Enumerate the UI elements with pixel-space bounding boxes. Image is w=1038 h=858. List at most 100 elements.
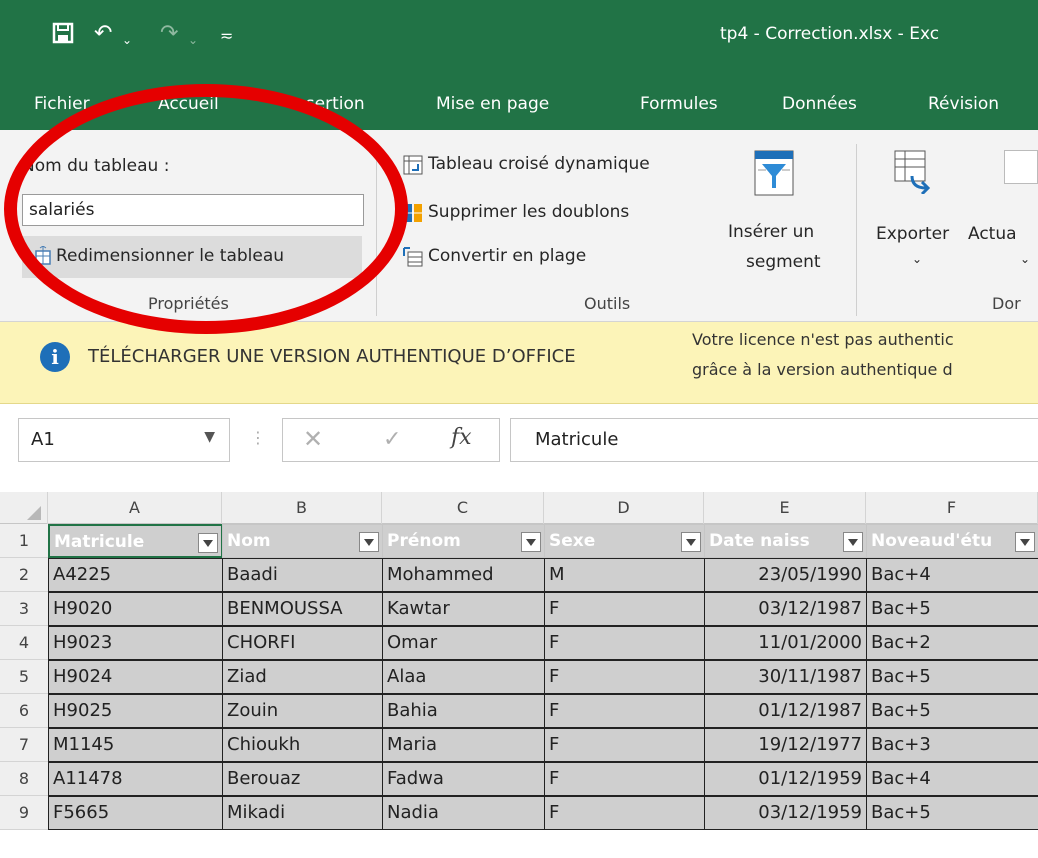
table-cell[interactable]: Fadwa bbox=[382, 762, 545, 796]
table-cell[interactable]: 01/12/1959 bbox=[704, 762, 867, 796]
table-cell[interactable]: H9025 bbox=[48, 694, 223, 728]
table-cell[interactable]: Chioukh bbox=[222, 728, 383, 762]
table-header-cell[interactable]: Date naiss bbox=[704, 524, 867, 558]
table-header-cell[interactable]: Nom bbox=[222, 524, 383, 558]
table-cell[interactable]: 03/12/1959 bbox=[704, 796, 867, 830]
table-cell[interactable]: Bac+4 bbox=[866, 558, 1038, 592]
table-cell[interactable]: Ziad bbox=[222, 660, 383, 694]
cancel-icon[interactable]: ✕ bbox=[303, 425, 323, 453]
download-genuine-link[interactable]: TÉLÉCHARGER UNE VERSION AUTHENTIQUE D’OF… bbox=[88, 346, 576, 367]
redo-dropdown-icon[interactable]: ⌄ bbox=[188, 28, 198, 52]
pivot-table-button[interactable]: Tableau croisé dynamique bbox=[400, 150, 720, 182]
filter-dropdown-icon[interactable] bbox=[359, 532, 379, 552]
row-header[interactable]: 2 bbox=[0, 558, 48, 592]
name-box-dropdown-icon[interactable]: ▼ bbox=[204, 429, 215, 445]
column-header-c[interactable]: C bbox=[382, 492, 544, 524]
formula-bar-grip-icon[interactable]: ⋮ bbox=[250, 428, 266, 447]
enter-icon[interactable]: ✓ bbox=[383, 427, 401, 452]
table-cell[interactable]: Mikadi bbox=[222, 796, 383, 830]
table-cell[interactable]: Bac+3 bbox=[866, 728, 1038, 762]
convert-to-range-button[interactable]: Convertir en plage bbox=[400, 242, 720, 274]
table-cell[interactable]: A4225 bbox=[48, 558, 223, 592]
table-cell[interactable]: Bac+5 bbox=[866, 796, 1038, 830]
table-cell[interactable]: M bbox=[544, 558, 705, 592]
export-button[interactable]: Exporter ⌄ bbox=[872, 150, 968, 280]
table-header-cell[interactable]: Sexe bbox=[544, 524, 705, 558]
row-header[interactable]: 6 bbox=[0, 694, 48, 728]
table-cell[interactable]: A11478 bbox=[48, 762, 223, 796]
undo-dropdown-icon[interactable]: ⌄ bbox=[122, 28, 132, 52]
column-header-d[interactable]: D bbox=[544, 492, 704, 524]
formula-input[interactable]: Matricule bbox=[510, 418, 1038, 462]
table-cell[interactable]: F5665 bbox=[48, 796, 223, 830]
customize-icon[interactable]: ≂ bbox=[220, 24, 233, 48]
remove-duplicates-button[interactable]: Supprimer les doublons bbox=[400, 198, 720, 230]
insert-function-icon[interactable]: fx bbox=[451, 425, 472, 450]
table-cell[interactable]: Zouin bbox=[222, 694, 383, 728]
table-cell[interactable]: Bac+5 bbox=[866, 592, 1038, 626]
select-all-button[interactable] bbox=[0, 492, 48, 524]
table-cell[interactable]: F bbox=[544, 660, 705, 694]
table-cell[interactable]: 30/11/1987 bbox=[704, 660, 867, 694]
redo-icon[interactable]: ↷ bbox=[160, 22, 178, 46]
row-header[interactable]: 8 bbox=[0, 762, 48, 796]
name-box[interactable]: A1 ▼ bbox=[18, 418, 230, 462]
tab-revision[interactable]: Révision bbox=[928, 94, 999, 114]
row-header[interactable]: 5 bbox=[0, 660, 48, 694]
table-cell[interactable]: Bac+2 bbox=[866, 626, 1038, 660]
column-header-e[interactable]: E bbox=[704, 492, 866, 524]
table-cell[interactable]: Maria bbox=[382, 728, 545, 762]
table-cell[interactable]: 03/12/1987 bbox=[704, 592, 867, 626]
row-header[interactable]: 1 bbox=[0, 524, 48, 558]
table-header-cell[interactable]: Matricule bbox=[48, 524, 223, 558]
table-cell[interactable]: Kawtar bbox=[382, 592, 545, 626]
filter-dropdown-icon[interactable] bbox=[681, 532, 701, 552]
table-cell[interactable]: F bbox=[544, 592, 705, 626]
column-header-f[interactable]: F bbox=[866, 492, 1038, 524]
table-cell[interactable]: 11/01/2000 bbox=[704, 626, 867, 660]
table-cell[interactable]: F bbox=[544, 626, 705, 660]
table-cell[interactable]: BENMOUSSA bbox=[222, 592, 383, 626]
table-cell[interactable]: H9024 bbox=[48, 660, 223, 694]
table-cell[interactable]: Bac+5 bbox=[866, 660, 1038, 694]
filter-dropdown-icon[interactable] bbox=[521, 532, 541, 552]
row-header[interactable]: 4 bbox=[0, 626, 48, 660]
table-cell[interactable]: Bac+4 bbox=[866, 762, 1038, 796]
table-cell[interactable]: Omar bbox=[382, 626, 545, 660]
table-cell[interactable]: Baadi bbox=[222, 558, 383, 592]
save-icon[interactable] bbox=[52, 22, 74, 50]
table-cell[interactable]: F bbox=[544, 694, 705, 728]
tab-mise-en-page[interactable]: Mise en page bbox=[436, 94, 549, 114]
table-cell[interactable]: 23/05/1990 bbox=[704, 558, 867, 592]
table-cell[interactable]: Mohammed bbox=[382, 558, 545, 592]
tab-formules[interactable]: Formules bbox=[640, 94, 718, 114]
table-cell[interactable]: H9020 bbox=[48, 592, 223, 626]
insert-slicer-button[interactable]: Insérer un segment bbox=[726, 148, 842, 288]
undo-icon[interactable]: ↶ bbox=[94, 22, 112, 46]
column-header-b[interactable]: B bbox=[222, 492, 382, 524]
row-header[interactable]: 7 bbox=[0, 728, 48, 762]
table-header-cell[interactable]: Noveaud'étu bbox=[866, 524, 1038, 558]
refresh-button[interactable]: Actua ⌄ bbox=[968, 150, 1038, 280]
filter-dropdown-icon[interactable] bbox=[1015, 532, 1035, 552]
table-cell[interactable]: H9023 bbox=[48, 626, 223, 660]
table-cell[interactable]: 19/12/1977 bbox=[704, 728, 867, 762]
filter-dropdown-icon[interactable] bbox=[843, 532, 863, 552]
table-cell[interactable]: F bbox=[544, 762, 705, 796]
table-cell[interactable]: F bbox=[544, 796, 705, 830]
table-cell[interactable]: Alaa bbox=[382, 660, 545, 694]
table-cell[interactable]: M1145 bbox=[48, 728, 223, 762]
table-cell[interactable]: Bac+5 bbox=[866, 694, 1038, 728]
table-cell[interactable]: Bahia bbox=[382, 694, 545, 728]
tab-donnees[interactable]: Données bbox=[782, 94, 857, 114]
row-header[interactable]: 3 bbox=[0, 592, 48, 626]
table-cell[interactable]: Nadia bbox=[382, 796, 545, 830]
table-cell[interactable]: 01/12/1987 bbox=[704, 694, 867, 728]
row-header[interactable]: 9 bbox=[0, 796, 48, 830]
spreadsheet-grid[interactable]: A B C D E F 1 Matricule Nom Prénom Sexe Date … bbox=[0, 478, 1038, 858]
filter-dropdown-icon[interactable] bbox=[198, 533, 218, 553]
table-header-cell[interactable]: Prénom bbox=[382, 524, 545, 558]
column-header-a[interactable]: A bbox=[48, 492, 222, 524]
table-cell[interactable]: Berouaz bbox=[222, 762, 383, 796]
table-cell[interactable]: CHORFI bbox=[222, 626, 383, 660]
